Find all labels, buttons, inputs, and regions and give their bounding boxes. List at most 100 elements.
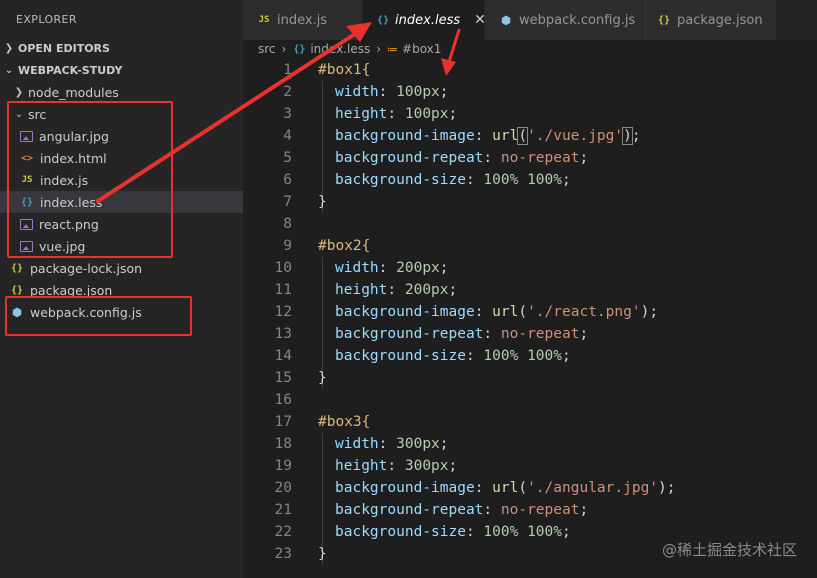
css-declaration: height: 200px; [335,282,458,298]
breadcrumb-folder[interactable]: src [258,42,276,56]
explorer-title: EXPLORER [16,13,77,26]
css-string: './react.png' [527,304,641,320]
chevron-down-icon: ⌄ [4,64,14,76]
css-value: 100% 100% [483,524,562,540]
breadcrumb-file[interactable]: index.less [310,42,370,56]
code-line: 8 [243,213,817,235]
css-declaration: width: 100px; [335,84,449,100]
tab-package-json[interactable]: {} package.json [643,0,777,40]
json-file-icon: {} [10,262,24,274]
line-number: 19 [274,458,292,474]
line-number: 13 [274,326,292,342]
file-label: package-lock.json [30,260,143,276]
css-property: background-size [335,172,466,188]
code-line: 4 background-image: url('./vue.jpg'); [243,125,817,147]
open-editors-section[interactable]: ❯ OPEN EDITORS [0,37,243,59]
code-line: 20 background-image: url('./angular.jpg'… [243,477,817,499]
code-line: 17 #box3{ [243,411,817,433]
css-property: width [335,260,379,276]
less-file-icon: {} [377,14,390,26]
code-line: 19 height: 300px; [243,455,817,477]
line-number: 15 [274,370,292,386]
project-label: WEBPACK-STUDY [18,63,123,77]
annotation-box-src [7,101,173,258]
css-declaration: background-repeat: no-repeat; [335,150,589,166]
css-declaration: background-image: url('./angular.jpg'); [335,480,676,496]
tab-index-js[interactable]: JS index.js [243,0,363,40]
breadcrumb: src › {} index.less › ≔ #box1 [243,40,817,58]
line-number: 8 [283,216,292,232]
tab-webpack-config[interactable]: ⬢ webpack.config.js [485,0,643,40]
css-declaration: background-repeat: no-repeat; [335,326,589,342]
css-declaration: background-image: url('./react.png'); [335,304,659,320]
line-number: 5 [283,150,292,166]
tab-label: webpack.config.js [519,12,636,28]
closing-brace: } [318,194,327,210]
css-value: 100px [396,84,440,100]
code-line: 6 background-size: 100% 100%; [243,169,817,191]
css-value: 200px [404,282,449,298]
css-selector: #box2{ [318,238,371,254]
line-number: 4 [283,128,292,144]
line-number: 2 [283,84,292,100]
folder-node-modules[interactable]: ❯ node_modules [0,81,243,103]
watermark: @稀土掘金技术社区 [661,541,797,559]
line-number: 12 [274,304,292,320]
css-value: 200px [396,260,440,276]
js-file-icon: JS [258,15,270,25]
css-declaration: background-size: 100% 100%; [335,524,571,540]
line-number: 7 [283,194,292,210]
css-selector: #box1{ [318,62,371,78]
line-number: 22 [274,524,292,540]
line-number: 17 [274,414,292,430]
css-property: background-repeat [335,502,484,518]
explorer-sidebar: EXPLORER ❯ OPEN EDITORS ⌄ WEBPACK-STUDY … [0,0,243,578]
line-number: 1 [283,62,292,78]
breadcrumb-symbol[interactable]: #box1 [402,42,441,56]
code-line: 15 } [243,367,817,389]
code-line: 7 } [243,191,817,213]
file-package-lock-json[interactable]: {} package-lock.json [0,257,243,279]
css-property: background-image [335,480,475,496]
line-number: 23 [274,546,292,562]
closing-brace: } [318,370,327,386]
line-number: 11 [274,282,292,298]
code-line: 12 background-image: url('./react.png'); [243,301,817,323]
css-value: no-repeat [500,326,580,342]
line-number: 20 [274,480,292,496]
chevron-right-icon: › [281,42,287,56]
code-editor[interactable]: 1 #box1{ 2 width: 100px; 3 height: 100px… [243,59,817,578]
css-string: './angular.jpg' [527,480,659,496]
annotation-box-webpack-config [5,296,192,336]
chevron-right-icon: ❯ [14,86,24,98]
closing-brace: } [318,546,327,562]
css-value: no-repeat [500,502,580,518]
css-property: height [335,106,388,122]
line-number: 6 [283,172,292,188]
css-declaration: width: 200px; [335,260,449,276]
css-value: 100% 100% [483,348,562,364]
css-value: 100px [404,106,449,122]
css-string: './vue.jpg' [527,128,624,144]
tab-index-less[interactable]: {} index.less ✕ [363,0,486,40]
editor-tab-bar: JS index.js {} index.less ✕ ⬢ webpack.co… [243,0,817,40]
css-declaration: background-size: 100% 100%; [335,348,571,364]
css-value: 100% 100% [483,172,562,188]
css-property: background-size [335,348,466,364]
css-property: background-size [335,524,466,540]
json-file-icon: {} [657,14,671,26]
code-line: 1 #box1{ [243,59,817,81]
chevron-right-icon: › [376,42,382,56]
symbol-icon: ≔ [387,42,399,56]
project-section[interactable]: ⌄ WEBPACK-STUDY [0,59,243,81]
css-declaration: width: 300px; [335,436,449,452]
code-line: 16 [243,389,817,411]
chevron-right-icon: ❯ [4,42,14,54]
code-line: 14 background-size: 100% 100%; [243,345,817,367]
css-value: no-repeat [500,150,580,166]
code-line: 2 width: 100px; [243,81,817,103]
line-number: 21 [274,502,292,518]
css-property: width [335,84,379,100]
code-line: 3 height: 100px; [243,103,817,125]
css-selector: #box3{ [318,414,371,430]
